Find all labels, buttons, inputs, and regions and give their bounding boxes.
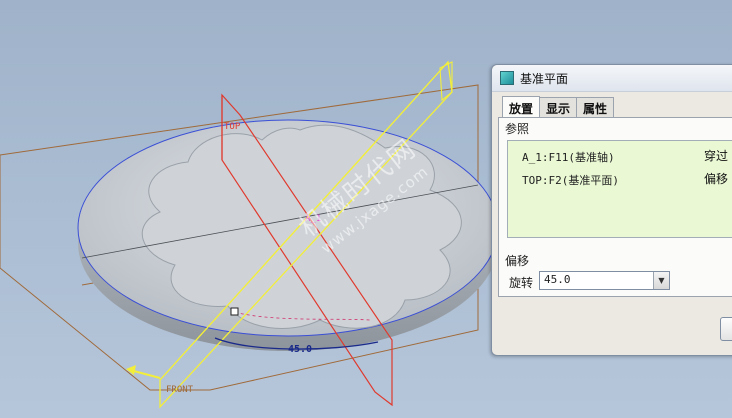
arrow-head-icon <box>126 365 136 375</box>
top-plane-label[interactable]: TOP <box>224 122 241 132</box>
placement-panel: 参照 A_1:F11(基准轴) 穿过 TOP:F2(基准平面) 偏移 偏移 旋转… <box>498 117 732 297</box>
reference-name: TOP:F2(基准平面) <box>522 174 619 187</box>
reference-name: A_1:F11(基准轴) <box>522 151 615 164</box>
dialog-titlebar[interactable]: 基准平面 <box>492 65 732 92</box>
dialog-tabs: 放置 显示 属性 <box>502 96 615 119</box>
offset-label: 偏移 <box>505 254 530 268</box>
front-plane-label[interactable]: FRONT <box>166 385 194 395</box>
dialog-title: 基准平面 <box>520 71 569 86</box>
tab-placement[interactable]: 放置 <box>502 96 541 119</box>
datum-plane-dialog[interactable]: 基准平面 放置 显示 属性 参照 A_1:F11(基准轴) 穿过 TOP:F2(… <box>491 64 732 356</box>
tab-properties[interactable]: 属性 <box>576 97 615 119</box>
tab-display[interactable]: 显示 <box>539 97 578 119</box>
references-label: 参照 <box>505 122 530 136</box>
rotate-value-field[interactable]: 45.0 ▼ <box>539 271 670 290</box>
rotate-label: 旋转 <box>509 276 534 290</box>
reference-constraint[interactable]: 偏移 <box>704 170 728 187</box>
dimension-value[interactable]: 45.0 <box>288 344 312 355</box>
axis-label[interactable]: A_1 <box>305 214 321 224</box>
ok-button[interactable] <box>720 317 732 341</box>
dialog-app-icon <box>500 71 514 85</box>
reference-constraint[interactable]: 穿过 <box>704 147 728 164</box>
references-list[interactable]: A_1:F11(基准轴) 穿过 TOP:F2(基准平面) 偏移 <box>507 140 732 238</box>
chevron-down-icon[interactable]: ▼ <box>653 272 669 289</box>
rotate-value: 45.0 <box>544 273 571 286</box>
drag-handle[interactable] <box>230 307 239 316</box>
